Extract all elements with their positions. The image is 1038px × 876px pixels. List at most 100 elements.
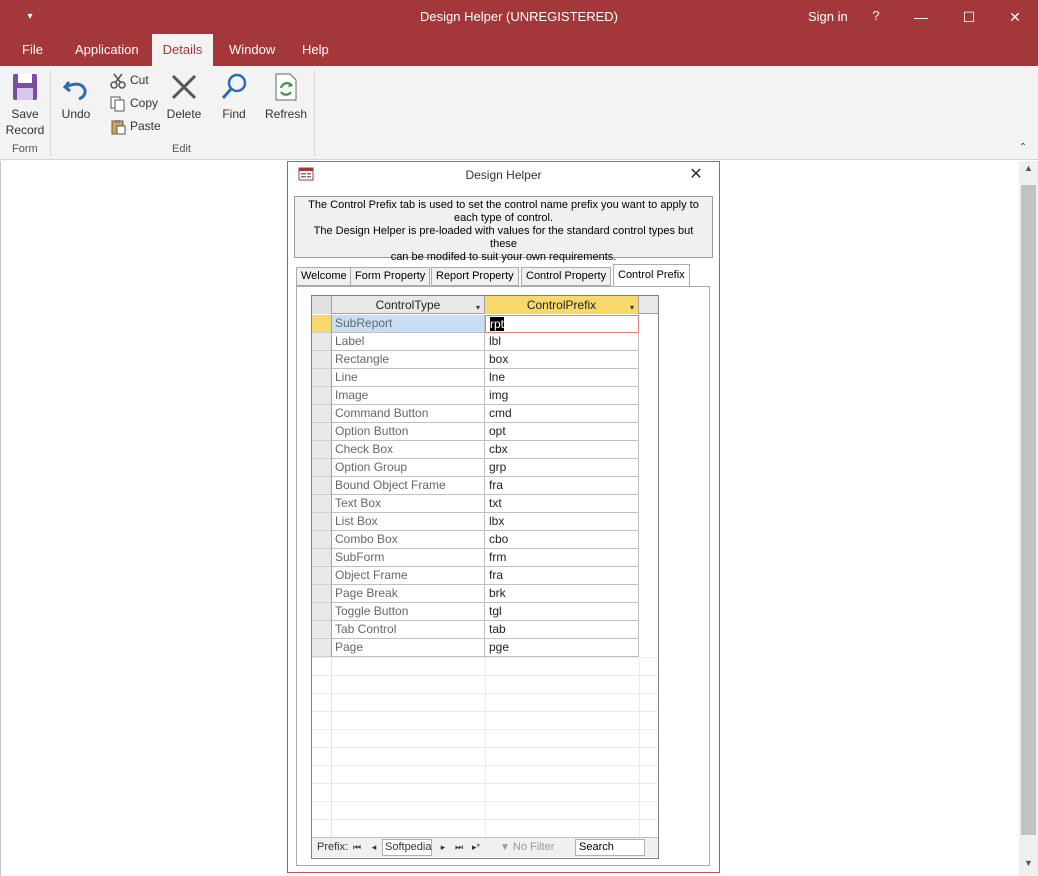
row-selector[interactable] (312, 423, 332, 441)
tab-window[interactable]: Window (221, 34, 283, 66)
row-selector[interactable] (312, 477, 332, 495)
controltype-cell[interactable]: SubReport (332, 315, 485, 333)
scroll-down-icon[interactable]: ▼ (1019, 858, 1038, 874)
controltype-cell[interactable]: Object Frame (332, 567, 485, 585)
column-header-controltype[interactable]: ControlType ▾ (332, 296, 485, 314)
row-selector[interactable] (312, 441, 332, 459)
tab-control-prefix[interactable]: Control Prefix (613, 264, 690, 287)
paste-button[interactable]: Paste (110, 116, 161, 136)
table-row[interactable]: Page Break brk (312, 585, 658, 603)
controltype-cell[interactable]: Rectangle (332, 351, 485, 369)
controlprefix-cell[interactable]: tab (485, 621, 639, 639)
cut-button[interactable]: Cut (110, 70, 149, 90)
next-record-icon[interactable]: ▸ (436, 840, 450, 855)
controltype-cell[interactable]: Combo Box (332, 531, 485, 549)
row-selector[interactable] (312, 567, 332, 585)
tab-file[interactable]: File (14, 34, 51, 66)
row-selector[interactable] (312, 549, 332, 567)
copy-button[interactable]: Copy (110, 93, 158, 113)
controltype-cell[interactable]: Text Box (332, 495, 485, 513)
controlprefix-cell[interactable]: fra (485, 477, 639, 495)
table-row[interactable]: SubReport rpt (312, 315, 658, 333)
controltype-cell[interactable]: SubForm (332, 549, 485, 567)
controlprefix-cell[interactable]: lbl (485, 333, 639, 351)
table-row[interactable]: Line lne (312, 369, 658, 387)
vertical-scrollbar[interactable]: ▲ ▼ (1019, 161, 1038, 876)
undo-button[interactable]: Undo (56, 72, 96, 122)
controlprefix-cell[interactable]: pge (485, 639, 639, 657)
tab-welcome[interactable]: Welcome (296, 267, 352, 286)
collapse-ribbon-icon[interactable]: ⌃ (1016, 142, 1030, 156)
row-selector[interactable] (312, 459, 332, 477)
row-selector[interactable] (312, 333, 332, 351)
table-row[interactable]: Text Box txt (312, 495, 658, 513)
table-row[interactable]: Label lbl (312, 333, 658, 351)
row-selector[interactable] (312, 405, 332, 423)
row-selector[interactable] (312, 369, 332, 387)
refresh-button[interactable]: Refresh (264, 72, 308, 122)
controltype-cell[interactable]: Check Box (332, 441, 485, 459)
table-row[interactable]: Combo Box cbo (312, 531, 658, 549)
controlprefix-cell[interactable]: lbx (485, 513, 639, 531)
row-selector[interactable] (312, 603, 332, 621)
table-row[interactable]: Object Frame fra (312, 567, 658, 585)
table-row[interactable]: Image img (312, 387, 658, 405)
table-row[interactable]: List Box lbx (312, 513, 658, 531)
row-selector[interactable] (312, 639, 332, 657)
controltype-cell[interactable]: Option Group (332, 459, 485, 477)
table-row[interactable]: Toggle Button tgl (312, 603, 658, 621)
tab-report-property[interactable]: Report Property (431, 267, 519, 286)
controlprefix-cell[interactable]: cmd (485, 405, 639, 423)
dialog-close-icon[interactable]: ✕ (686, 165, 706, 185)
controlprefix-cell[interactable]: cbo (485, 531, 639, 549)
controlprefix-cell[interactable]: box (485, 351, 639, 369)
controlprefix-cell[interactable]: fra (485, 567, 639, 585)
tab-control-property[interactable]: Control Property (521, 267, 612, 286)
table-row[interactable]: Check Box cbx (312, 441, 658, 459)
controltype-cell[interactable]: Tab Control (332, 621, 485, 639)
controlprefix-cell[interactable]: brk (485, 585, 639, 603)
table-row[interactable]: Bound Object Frame fra (312, 477, 658, 495)
save-record-button[interactable]: Save Record (4, 72, 46, 138)
row-selector[interactable] (312, 387, 332, 405)
find-button[interactable]: Find (214, 72, 254, 122)
table-row[interactable]: Command Button cmd (312, 405, 658, 423)
sign-in-link[interactable]: Sign in (808, 9, 848, 24)
tab-form-property[interactable]: Form Property (350, 267, 431, 286)
tab-details[interactable]: Details (152, 34, 213, 66)
close-button[interactable]: ✕ (992, 0, 1038, 34)
controlprefix-cell[interactable]: cbx (485, 441, 639, 459)
controlprefix-cell[interactable]: opt (485, 423, 639, 441)
row-selector[interactable] (312, 621, 332, 639)
controltype-cell[interactable]: Toggle Button (332, 603, 485, 621)
controlprefix-cell[interactable]: lne (485, 369, 639, 387)
row-selector[interactable] (312, 315, 332, 333)
controlprefix-cell[interactable]: rpt (485, 315, 639, 333)
table-row[interactable]: Option Button opt (312, 423, 658, 441)
controltype-cell[interactable]: Page Break (332, 585, 485, 603)
controlprefix-cell[interactable]: frm (485, 549, 639, 567)
last-record-icon[interactable]: ⏭ (452, 840, 466, 855)
controltype-cell[interactable]: Bound Object Frame (332, 477, 485, 495)
table-row[interactable]: Option Group grp (312, 459, 658, 477)
row-selector[interactable] (312, 513, 332, 531)
controlprefix-cell[interactable]: txt (485, 495, 639, 513)
row-selector[interactable] (312, 351, 332, 369)
controlprefix-cell[interactable]: tgl (485, 603, 639, 621)
controltype-cell[interactable]: Line (332, 369, 485, 387)
first-record-icon[interactable]: ⏮ (350, 840, 364, 855)
current-record-input[interactable]: Softpedia (382, 839, 432, 856)
search-input[interactable]: Search (575, 839, 645, 856)
controltype-cell[interactable]: Page (332, 639, 485, 657)
controltype-cell[interactable]: List Box (332, 513, 485, 531)
controltype-cell[interactable]: Image (332, 387, 485, 405)
table-row[interactable]: Rectangle box (312, 351, 658, 369)
table-row[interactable]: Page pge (312, 639, 658, 657)
controlprefix-cell[interactable]: img (485, 387, 639, 405)
controlprefix-cell[interactable]: grp (485, 459, 639, 477)
no-filter-button[interactable]: ▼ No Filter (500, 841, 554, 853)
new-record-icon[interactable]: ▸* (469, 840, 483, 855)
prev-record-icon[interactable]: ◂ (367, 840, 381, 855)
controltype-cell[interactable]: Command Button (332, 405, 485, 423)
maximize-button[interactable]: ☐ (946, 0, 992, 34)
